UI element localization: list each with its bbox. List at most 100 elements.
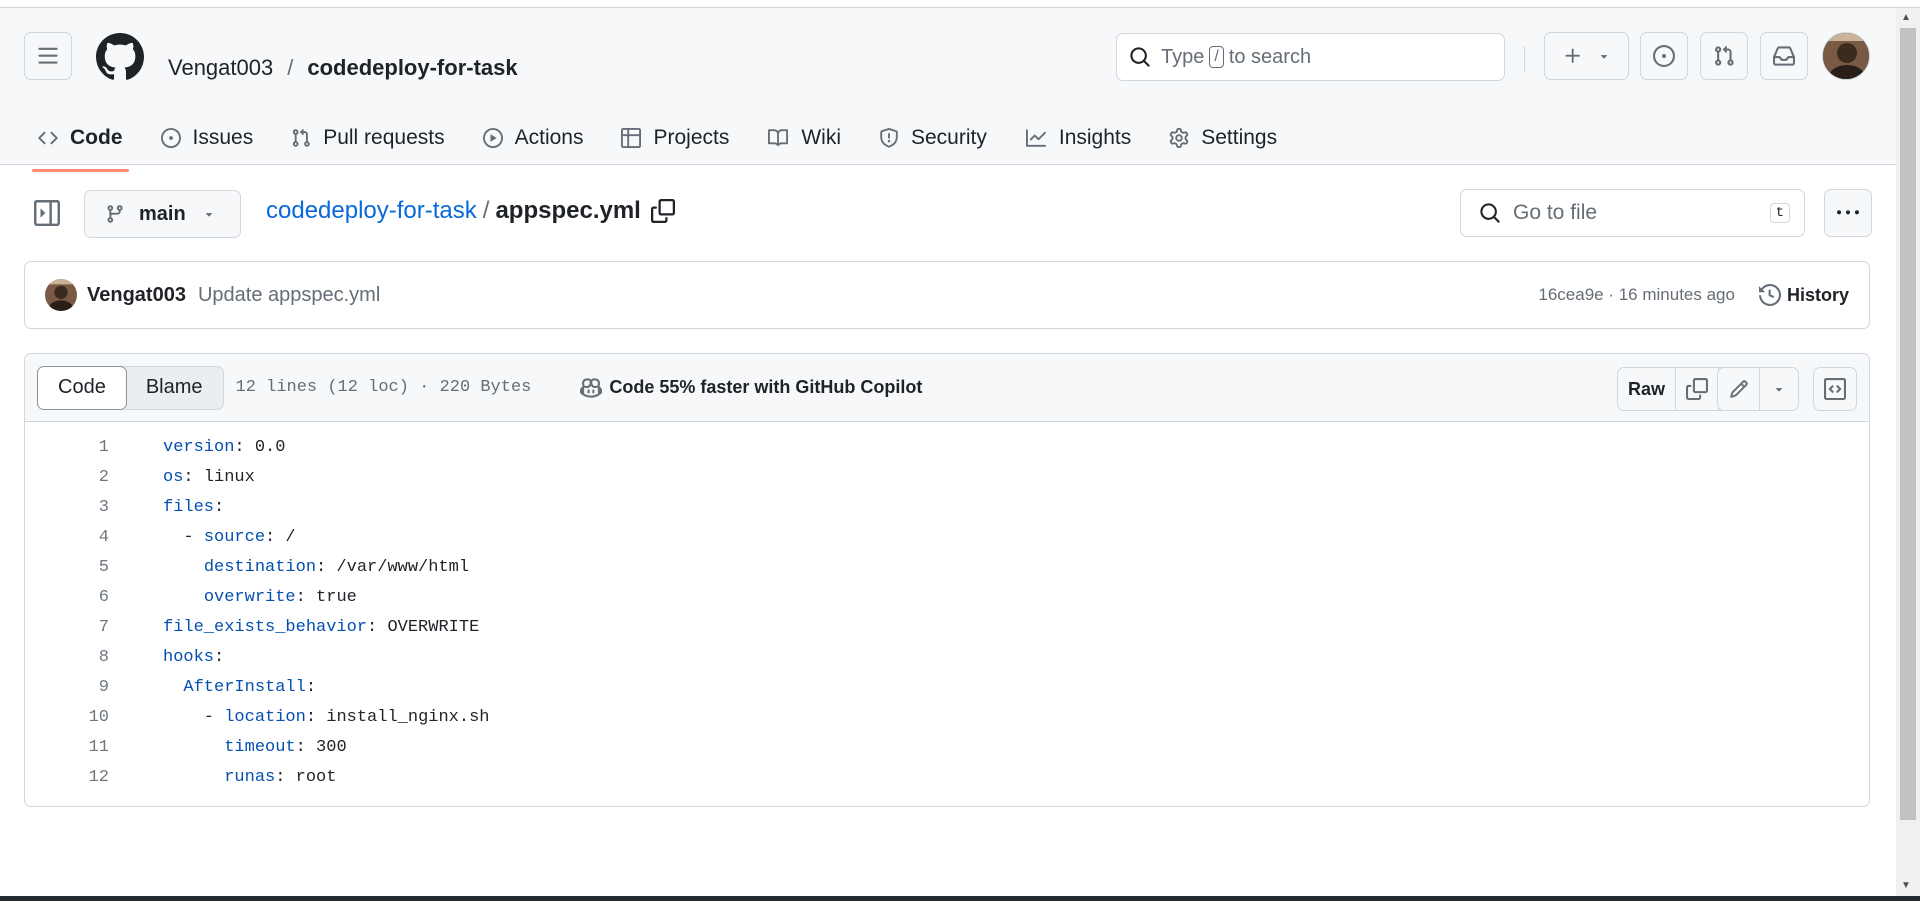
line-number[interactable]: 1 xyxy=(25,438,109,457)
breadcrumb-repo-link[interactable]: codedeploy-for-task xyxy=(266,197,477,225)
window-top-strip xyxy=(0,0,1920,8)
repo-title: Vengat003 / codedeploy-for-task xyxy=(168,55,518,81)
tab-projects[interactable]: Projects xyxy=(607,114,743,162)
edit-actions-group xyxy=(1717,367,1799,411)
file-info: 12 lines (12 loc) · 220 Bytes xyxy=(235,378,532,397)
gear-icon xyxy=(1169,128,1201,148)
commit-message[interactable]: Update appspec.yml xyxy=(198,284,380,307)
code-value: true xyxy=(305,587,357,607)
copilot-icon xyxy=(579,377,609,399)
copy-path-icon[interactable] xyxy=(650,199,675,223)
code-key: overwrite xyxy=(203,587,296,607)
copy-raw-button[interactable] xyxy=(1676,368,1719,410)
tab-insights[interactable]: Insights xyxy=(1011,114,1145,162)
tab-code[interactable]: Code xyxy=(24,114,137,172)
pull-request-icon xyxy=(291,128,323,148)
tab-label: Wiki xyxy=(801,126,841,149)
tab-actions[interactable]: Actions xyxy=(469,114,598,162)
create-new-button[interactable] xyxy=(1544,32,1629,80)
search-suffix: to search xyxy=(1228,45,1312,68)
code-value: OVERWRITE xyxy=(377,617,480,637)
code-value: linux xyxy=(193,467,255,487)
raw-button[interactable]: Raw xyxy=(1618,368,1676,410)
issue-icon xyxy=(1653,45,1675,67)
search-shortcut-key: / xyxy=(1209,46,1224,68)
code-key: file_exists_behavior xyxy=(163,617,368,637)
line-number[interactable]: 10 xyxy=(25,708,109,727)
tab-issues[interactable]: Issues xyxy=(147,114,268,162)
more-options-button[interactable] xyxy=(1824,189,1872,237)
code-value: 0.0 xyxy=(244,437,286,457)
repo-link[interactable]: codedeploy-for-task xyxy=(307,55,517,81)
menu-button[interactable] xyxy=(24,32,72,80)
branch-icon xyxy=(105,204,125,224)
search-icon xyxy=(1479,202,1501,224)
line-number[interactable]: 2 xyxy=(25,468,109,487)
breadcrumb-file: appspec.yml xyxy=(495,197,641,224)
code-line: 1 version: 0.0 xyxy=(25,432,1869,462)
pull-requests-button[interactable] xyxy=(1700,32,1748,80)
line-number[interactable]: 11 xyxy=(25,738,109,757)
line-number[interactable]: 5 xyxy=(25,558,109,577)
code-value: install_nginx.sh xyxy=(316,707,490,727)
line-number[interactable]: 3 xyxy=(25,498,109,517)
code-line: 12 runas: root xyxy=(25,762,1869,792)
line-number[interactable]: 4 xyxy=(25,528,109,547)
tab-label: Settings xyxy=(1201,126,1278,149)
blame-view-button[interactable]: Blame xyxy=(126,367,223,409)
symbols-panel-button[interactable] xyxy=(1813,367,1857,411)
branch-selector[interactable]: main xyxy=(84,190,241,238)
scroll-down-arrow-icon[interactable]: ▼ xyxy=(1901,880,1911,891)
github-logo-icon[interactable] xyxy=(96,33,144,81)
branch-name: main xyxy=(139,202,186,225)
owner-link[interactable]: Vengat003 xyxy=(168,55,273,81)
plus-icon xyxy=(1563,46,1583,66)
commit-author[interactable]: Vengat003 xyxy=(87,284,186,307)
code-key: version xyxy=(163,437,235,457)
code-view-button[interactable]: Code xyxy=(37,365,127,410)
pencil-icon xyxy=(1729,379,1749,399)
code-key: source xyxy=(203,527,266,547)
code-line: 10 - location: install_nginx.sh xyxy=(25,702,1869,732)
history-button[interactable]: History xyxy=(1758,284,1849,306)
avatar[interactable] xyxy=(1822,32,1870,80)
code-key: files xyxy=(163,497,215,517)
tab-settings[interactable]: Settings xyxy=(1155,114,1291,162)
copilot-promo[interactable]: Code 55% faster with GitHub Copilot xyxy=(579,377,922,399)
commit-author-avatar[interactable] xyxy=(45,279,77,311)
edit-file-button[interactable] xyxy=(1718,368,1760,410)
inbox-icon xyxy=(1773,45,1795,67)
line-number[interactable]: 6 xyxy=(25,588,109,607)
repo-header: Vengat003 / codedeploy-for-task Type / t… xyxy=(0,8,1896,172)
line-number[interactable]: 12 xyxy=(25,768,109,787)
tab-label: Projects xyxy=(653,126,730,149)
tab-pull-requests[interactable]: Pull requests xyxy=(277,114,458,162)
sidebar-toggle-icon[interactable] xyxy=(34,200,60,226)
tab-security[interactable]: Security xyxy=(865,114,1001,162)
code-block[interactable]: 1 version: 0.0 2 os: linux 3 files: 4 - sou… xyxy=(25,422,1869,792)
go-to-file-input[interactable]: Go to file t xyxy=(1460,189,1805,237)
commit-meta[interactable]: 16cea9e · 16 minutes ago xyxy=(1538,285,1735,305)
inbox-button[interactable] xyxy=(1760,32,1808,80)
tab-label: Code xyxy=(70,126,123,149)
line-number[interactable]: 7 xyxy=(25,618,109,637)
search-icon xyxy=(1129,46,1151,68)
caret-down-icon xyxy=(202,207,216,221)
scroll-up-arrow-icon[interactable]: ▲ xyxy=(1901,12,1911,23)
line-number[interactable]: 8 xyxy=(25,648,109,667)
code-value: 300 xyxy=(305,737,347,757)
code-key: hooks xyxy=(163,647,215,667)
tab-label: Actions xyxy=(514,126,584,149)
latest-commit-bar: Vengat003 Update appspec.yml 16cea9e · 1… xyxy=(24,261,1870,329)
issues-button[interactable] xyxy=(1640,32,1688,80)
global-search-input[interactable]: Type / to search xyxy=(1116,33,1505,81)
breadcrumb: codedeploy-for-task / appspec.yml xyxy=(266,197,675,225)
code-key: destination xyxy=(203,557,317,577)
line-number[interactable]: 9 xyxy=(25,678,109,697)
issue-icon xyxy=(160,128,193,148)
edit-dropdown-button[interactable] xyxy=(1760,368,1798,410)
code-key: AfterInstall xyxy=(183,677,306,697)
scrollbar-thumb[interactable] xyxy=(1900,28,1916,820)
tab-wiki[interactable]: Wiki xyxy=(753,114,855,162)
